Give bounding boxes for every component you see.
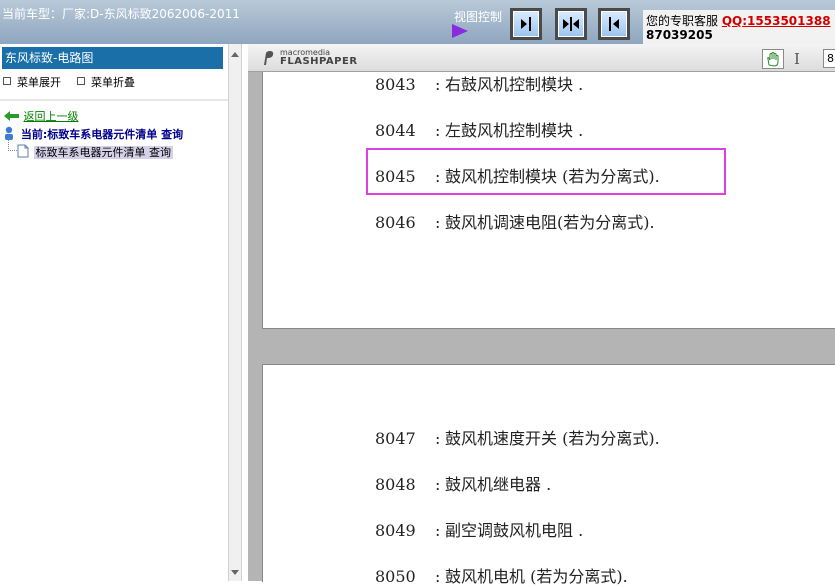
entry-colon: : (435, 429, 441, 448)
entry-code: 8044 (375, 121, 416, 140)
entry-colon: : (435, 75, 441, 94)
scroll-up-icon[interactable] (231, 52, 239, 57)
current-location: 当前:标致车系电器元件清单 查询 (3, 126, 183, 142)
document-entry: 8043: 右鼓风机控制模块 . (375, 71, 583, 95)
entry-text: 左鼓风机控制模块 . (445, 121, 584, 140)
collapse-left-button[interactable] (510, 8, 542, 40)
logo-bottom-text: FLASHPAPER (280, 56, 358, 67)
viewer-toolbar: macromedia FLASHPAPER I 8 (248, 44, 835, 72)
expand-square-icon (3, 77, 11, 85)
entry-colon: : (435, 475, 441, 494)
flashpaper-logo-icon (264, 51, 274, 65)
entry-colon: : (435, 213, 441, 232)
expand-menu-button[interactable]: 菜单展开 (3, 74, 61, 90)
collapse-menu-button[interactable]: 菜单折叠 (77, 74, 135, 90)
collapse-left-icon (521, 17, 531, 31)
document-entry: 8047: 鼓风机速度开关 (若为分离式). (375, 425, 660, 449)
flashpaper-viewer: macromedia FLASHPAPER I 8 8043: 右鼓风机控制模块 … (248, 44, 835, 586)
entry-code: 8049 (375, 521, 416, 540)
entry-colon: : (435, 121, 441, 140)
collapse-menu-label: 菜单折叠 (91, 76, 135, 89)
entry-text: 鼓风机电机 (若为分离式). (445, 567, 628, 586)
support-qq-link[interactable]: QQ:1553501388 (722, 14, 831, 28)
collapse-right-button[interactable] (598, 8, 630, 40)
split-center-button[interactable] (555, 8, 587, 40)
sidebar-title: 东风标致-电路图 (2, 47, 223, 69)
document-entry: 8046: 鼓风机调速电阻(若为分离式). (375, 209, 655, 233)
entry-colon: : (435, 521, 441, 540)
search-highlight-box (366, 148, 726, 195)
entry-text: 副空调鼓风机电阻 . (445, 521, 584, 540)
document-entry: 8049: 副空调鼓风机电阻 . (375, 517, 583, 541)
collapse-square-icon (77, 77, 85, 85)
sidebar-divider (0, 99, 228, 101)
entry-code: 8046 (375, 213, 416, 232)
text-select-tool[interactable]: I (794, 50, 800, 68)
entry-text: 鼓风机速度开关 (若为分离式). (445, 429, 660, 448)
zoom-input[interactable]: 8 (823, 49, 835, 68)
sidebar-scrollbar[interactable] (228, 44, 242, 581)
sidebar: 东风标致-电路图 菜单展开 菜单折叠 返回上一级 当前:标致车系电器元件清单 查… (0, 44, 228, 581)
support-qq-number: 87039205 (646, 28, 713, 42)
hand-icon (767, 52, 779, 67)
tree-item-document-label: 标致车系电器元件清单 查询 (33, 146, 173, 159)
entry-colon: : (435, 567, 441, 586)
document-icon (17, 144, 29, 158)
current-location-label: 当前:标致车系电器元件清单 查询 (20, 128, 184, 141)
scroll-down-icon[interactable] (231, 570, 239, 575)
entry-text: 鼓风机调速电阻(若为分离式). (445, 213, 655, 232)
collapse-right-icon (609, 17, 619, 31)
entry-code: 8048 (375, 475, 416, 494)
document-page-1: 8043: 右鼓风机控制模块 . 8044: 左鼓风机控制模块 . 8045: 鼓风机控制… (262, 72, 835, 329)
entry-code: 8043 (375, 75, 416, 94)
entry-text: 右鼓风机控制模块 . (445, 75, 584, 94)
document-entry: 8048: 鼓风机继电器 . (375, 471, 551, 495)
entry-code: 8047 (375, 429, 416, 448)
back-link-row[interactable]: 返回上一级 (4, 108, 79, 124)
hand-tool-button[interactable] (762, 49, 784, 69)
expand-menu-label: 菜单展开 (17, 76, 61, 89)
tree-item-document[interactable]: 标致车系电器元件清单 查询 (16, 144, 173, 160)
document-page-2: 8047: 鼓风机速度开关 (若为分离式). 8048: 鼓风机继电器 . 8049: 副… (262, 364, 835, 586)
back-arrow-icon (4, 111, 19, 121)
back-link[interactable]: 返回上一级 (24, 110, 79, 123)
document-entry: 8044: 左鼓风机控制模块 . (375, 117, 583, 141)
support-info: 您的专职客服 QQ:1553501388 87039205 (643, 10, 835, 44)
document-entry: 8050: 鼓风机电机 (若为分离式). (375, 563, 628, 587)
play-arrow-icon (452, 24, 468, 38)
entry-text: 鼓风机继电器 . (445, 475, 552, 494)
top-banner: 当前车型：厂家:D-东风标致2062006-2011 视图控制 您的专职客服 Q… (0, 0, 835, 44)
support-label: 您的专职客服 (646, 14, 719, 28)
flashpaper-logo: macromedia FLASHPAPER (280, 48, 358, 67)
current-car-title: 当前车型：厂家:D-东风标致2062006-2011 (2, 7, 240, 21)
split-center-icon (563, 17, 579, 31)
view-control-label: 视图控制 (454, 10, 503, 24)
entry-code: 8050 (375, 567, 416, 586)
